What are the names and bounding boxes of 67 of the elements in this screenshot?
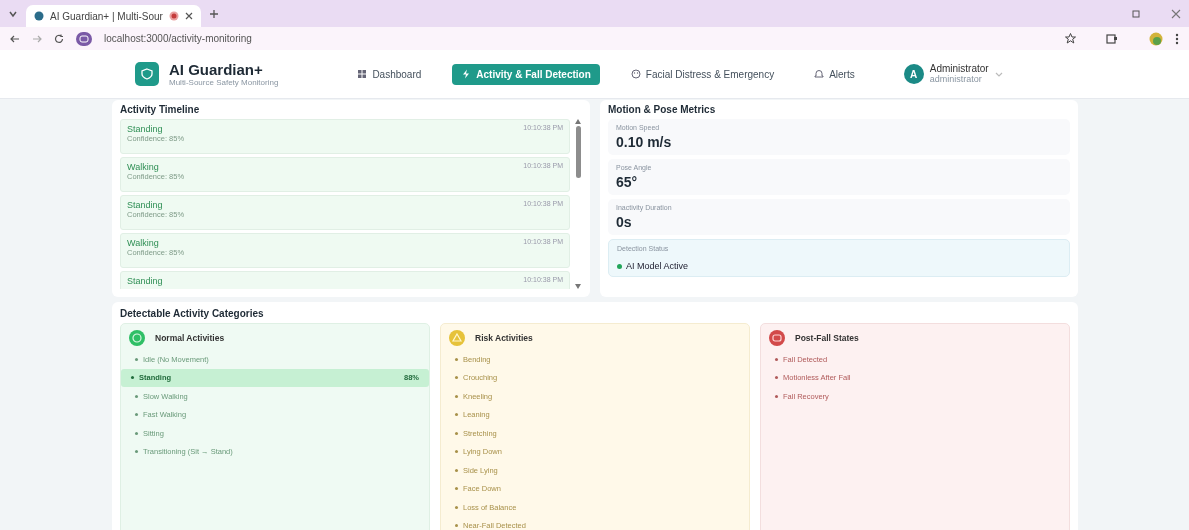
new-tab-icon[interactable] — [208, 8, 219, 19]
bullet-icon — [455, 505, 458, 509]
nav-tab[interactable]: Activity & Fall Detection — [452, 63, 600, 85]
app-title: AI Guardian+ — [169, 61, 264, 78]
recording-icon — [168, 11, 179, 21]
user-role: administrator — [929, 74, 983, 84]
bullet-icon — [131, 376, 134, 380]
tab-title: AI Guardian+ | Multi-Sour — [50, 10, 163, 22]
bullet-icon — [775, 357, 778, 361]
warning-icon — [447, 330, 467, 346]
grid-icon — [357, 69, 368, 79]
bullet-icon — [135, 413, 138, 417]
activity-name: Walking — [127, 162, 160, 172]
bullet-icon — [775, 394, 778, 398]
bullet-icon — [135, 431, 138, 435]
nav-tab[interactable]: Alerts — [805, 63, 864, 85]
bullet-icon — [455, 487, 458, 491]
category-title: Normal Activities — [155, 333, 225, 343]
bullet-icon — [455, 413, 458, 417]
bullet-icon — [455, 394, 458, 398]
address-field[interactable]: localhost:3000/activity-monitoring — [104, 33, 252, 44]
site-info-icon[interactable] — [76, 31, 92, 46]
scrollbar-thumb[interactable] — [575, 126, 581, 178]
bullet-icon — [455, 431, 458, 435]
extensions-icon[interactable] — [1106, 33, 1117, 44]
section-title: Activity Timeline — [120, 104, 201, 115]
close-icon[interactable] — [184, 12, 193, 20]
metric-value: 65° — [616, 174, 639, 190]
back-icon[interactable] — [10, 33, 20, 44]
bullet-icon — [455, 450, 458, 454]
bullet-icon — [135, 394, 138, 398]
bullet-icon — [135, 357, 138, 361]
activity-name: Standing — [127, 276, 163, 286]
category-title: Post-Fall States — [795, 333, 859, 343]
activity-name: Standing — [127, 200, 164, 210]
metric-value: 0s — [616, 214, 633, 230]
browser-tab[interactable]: AI Guardian+ | Multi-Sour — [26, 5, 201, 27]
scroll-down-icon[interactable] — [575, 284, 581, 289]
reload-icon[interactable] — [54, 33, 64, 44]
nav-tab[interactable]: Facial Distress & Emergency — [621, 63, 784, 85]
bell-icon — [814, 69, 825, 79]
user-name: Administrator — [929, 64, 989, 75]
bullet-icon — [455, 524, 458, 528]
bullet-icon — [455, 376, 458, 380]
section-title: Detectable Activity Categories — [120, 308, 265, 319]
user-avatar[interactable]: A — [903, 64, 924, 84]
bullet-icon — [135, 450, 138, 454]
more-icon[interactable] — [1175, 32, 1179, 45]
bookmark-star-icon[interactable] — [1065, 33, 1076, 44]
bullet-icon — [775, 376, 778, 380]
bullet-icon — [455, 468, 458, 472]
activity-name: Walking — [127, 238, 160, 248]
bullet-icon — [455, 357, 458, 361]
metric-value: 0.10 m/s — [616, 134, 673, 150]
section-title: Motion & Pose Metrics — [608, 104, 717, 115]
status-text: AI Model Active — [626, 261, 689, 271]
category-title: Risk Activities — [475, 333, 533, 343]
scroll-up-icon[interactable] — [575, 119, 581, 124]
profile-icon[interactable] — [1149, 31, 1163, 46]
restore-icon[interactable] — [1131, 8, 1141, 19]
app-subtitle: Multi-Source Safety Monitoring — [169, 78, 279, 87]
activity-name: Standing — [127, 124, 164, 134]
globe-icon — [34, 11, 44, 21]
shield-icon — [141, 68, 153, 80]
face-icon — [630, 69, 641, 79]
nav-tab[interactable]: Dashboard — [348, 63, 431, 85]
close-icon[interactable] — [1171, 8, 1181, 19]
